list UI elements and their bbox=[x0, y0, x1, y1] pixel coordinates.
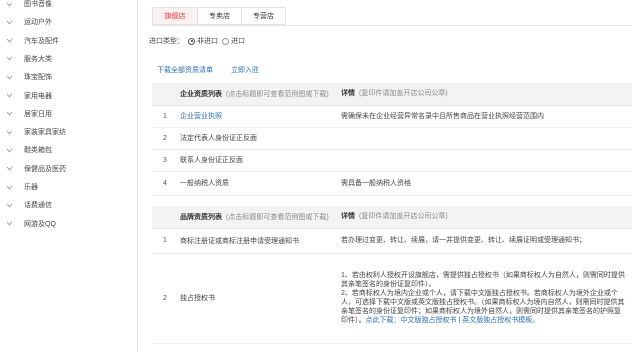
row-number: 4 bbox=[152, 171, 178, 196]
download-all-link[interactable]: 下载全部资质清单 bbox=[157, 65, 213, 75]
table-row: 1 企业营业执照 需确保未在企业经营异常名录中且所售商品在营业执照经营范围内 bbox=[152, 105, 632, 128]
tab-franchise[interactable]: 专卖店 bbox=[198, 7, 242, 25]
sidebar-item-label: 家装家具家纺 bbox=[24, 129, 66, 137]
join-now-link[interactable]: 立即入驻 bbox=[231, 65, 259, 75]
tab-flagship[interactable]: 旗舰店 bbox=[152, 7, 198, 25]
sidebar-item[interactable]: 保健品及医药 bbox=[0, 161, 138, 177]
header-title: 企业资质列表 bbox=[180, 90, 222, 98]
chevron-down-icon bbox=[6, 220, 13, 227]
import-type-row: 进口类型： 非进口 进口 bbox=[149, 36, 245, 46]
download-template-link[interactable]: 点此下载：中文版独占授权书 | 英文版独占授权书模板。 bbox=[366, 317, 540, 324]
store-type-tabs: 旗舰店 专卖店 专营店 bbox=[152, 7, 286, 25]
header-title: 品牌资质列表 bbox=[180, 213, 222, 221]
chevron-down-icon bbox=[6, 92, 13, 99]
non-import-radio[interactable] bbox=[188, 37, 195, 45]
qualification-name: 联系人身份证正反面 bbox=[178, 149, 338, 172]
chevron-down-icon bbox=[6, 1, 13, 8]
action-links: 下载全部资质清单 立即入驻 bbox=[157, 65, 277, 75]
chevron-down-icon bbox=[6, 147, 13, 154]
sidebar-item-label: 网游及QQ bbox=[24, 220, 56, 228]
detail-title: 详情 bbox=[341, 213, 355, 221]
sidebar-item[interactable]: 运动户外 bbox=[0, 14, 138, 30]
qualification-name: 一般纳税人资质 bbox=[178, 171, 338, 196]
row-detail: 1、若由权利人授权开设旗舰店，需提供独占授权书（如果商标权人为自然人，则需同时提… bbox=[338, 253, 632, 344]
sidebar-item[interactable]: 居家日用 bbox=[0, 106, 138, 122]
detail-note: (复印件请加盖开店公司公章) bbox=[359, 213, 448, 221]
table-row: 3 联系人身份证正反面 bbox=[152, 149, 632, 172]
row-detail bbox=[338, 149, 632, 172]
table-header: 企业资质列表 (点击标题即可查看范例图或下载) 详情 (复印件请加盖开店公司公章) bbox=[152, 83, 632, 106]
chevron-down-icon bbox=[6, 165, 13, 172]
brand-qualification-table: 品牌资质列表 (点击标题即可查看范例图或下载) 详情 (复印件请加盖开店公司公章) … bbox=[152, 206, 632, 344]
sidebar-item-label: 珠宝配饰 bbox=[24, 74, 52, 82]
sidebar-item[interactable]: 服务大类 bbox=[0, 51, 138, 67]
table-row: 2 法定代表人身份证正反面 bbox=[152, 127, 632, 150]
row-number: 1 bbox=[152, 105, 178, 128]
chevron-down-icon bbox=[6, 19, 13, 26]
table-row: 1 商标注册证或商标注册申请受理通知书 若办理过变更、转让、续展，请一并提供变更… bbox=[152, 228, 632, 254]
chevron-down-icon bbox=[6, 74, 13, 81]
qualification-link[interactable]: 企业营业执照 bbox=[178, 105, 338, 128]
qualification-name: 法定代表人身份证正反面 bbox=[178, 127, 338, 150]
import-label[interactable]: 进口 bbox=[231, 36, 245, 46]
sidebar-item-label: 乐器 bbox=[24, 184, 38, 191]
chevron-down-icon bbox=[6, 202, 13, 209]
sidebar-item-label: 家用电器 bbox=[24, 92, 52, 100]
row-detail: 需具备一般纳税人资格 bbox=[338, 171, 632, 196]
row-number: 2 bbox=[152, 253, 178, 344]
sidebar-item[interactable]: 网游及QQ bbox=[0, 216, 138, 232]
main-content: 旗舰店 专卖店 专营店 进口类型： 非进口 进口 下载全部资质清单 立即入驻 企… bbox=[147, 0, 640, 352]
tabs-divider bbox=[152, 25, 632, 26]
detail-line: 2、若商标权人为境内企业或个人，请下载中文版独占授权书。若商标权人为境外企业或个… bbox=[341, 290, 625, 324]
header-note: (点击标题即可查看范例图或下载) bbox=[226, 213, 329, 221]
tab-specialty[interactable]: 专营店 bbox=[242, 7, 286, 25]
sidebar-item-label: 运动户外 bbox=[24, 19, 52, 27]
qualification-name: 独占授权书 bbox=[178, 253, 338, 344]
sidebar-item[interactable]: 图书音像 bbox=[0, 0, 138, 12]
sidebar-item-label: 汽车及配件 bbox=[24, 37, 59, 45]
detail-line: 1、若由权利人授权开设旗舰店，需提供独占授权书（如果商标权人为自然人，则需同时提… bbox=[341, 272, 625, 288]
detail-note: (复印件请加盖开店公司公章) bbox=[359, 90, 448, 98]
row-detail: 需确保未在企业经营异常名录中且所售商品在营业执照经营范围内 bbox=[338, 105, 632, 128]
row-number: 3 bbox=[152, 149, 178, 172]
sidebar-item-label: 保健品及医药 bbox=[24, 165, 66, 173]
category-sidebar: 图书音像运动户外汽车及配件服务大类珠宝配饰家用电器居家日用家装家具家纺 鞋类箱包保… bbox=[0, 0, 138, 352]
sidebar-item[interactable]: 珠宝配饰 bbox=[0, 69, 138, 85]
enterprise-qualification-table: 企业资质列表 (点击标题即可查看范例图或下载) 详情 (复印件请加盖开店公司公章) … bbox=[152, 83, 632, 196]
sidebar-item[interactable]: 汽车及配件 bbox=[0, 33, 138, 49]
table-row: 2 独占授权书 1、若由权利人授权开设旗舰店，需提供独占授权书（如果商标权人为自… bbox=[152, 253, 632, 344]
non-import-label[interactable]: 非进口 bbox=[197, 36, 218, 46]
sidebar-item[interactable]: 家用电器 bbox=[0, 88, 138, 104]
chevron-down-icon bbox=[6, 129, 13, 136]
sidebar-item[interactable]: 家装家具家纺 bbox=[0, 124, 138, 140]
sidebar-item-label: 居家日用 bbox=[24, 110, 52, 118]
table-row: 4 一般纳税人资质 需具备一般纳税人资格 bbox=[152, 171, 632, 196]
chevron-down-icon bbox=[6, 37, 13, 44]
sidebar-item-label: 服务大类 bbox=[24, 55, 52, 63]
row-detail bbox=[338, 127, 632, 150]
sidebar-item[interactable]: 鞋类箱包 bbox=[0, 142, 138, 158]
import-type-label: 进口类型： bbox=[149, 38, 184, 45]
sidebar-item-label: 鞋类箱包 bbox=[24, 147, 52, 155]
table-header: 品牌资质列表 (点击标题即可查看范例图或下载) 详情 (复印件请加盖开店公司公章) bbox=[152, 206, 632, 229]
import-radio[interactable] bbox=[222, 37, 229, 45]
row-number: 2 bbox=[152, 127, 178, 150]
qualification-name: 商标注册证或商标注册申请受理通知书 bbox=[178, 228, 338, 254]
row-number: 1 bbox=[152, 228, 178, 254]
sidebar-item[interactable]: 乐器 bbox=[0, 179, 138, 195]
sidebar-item-label: 话费通信 bbox=[24, 202, 52, 210]
sidebar-item-label: 图书音像 bbox=[24, 1, 52, 8]
chevron-down-icon bbox=[6, 55, 13, 62]
row-detail: 若办理过变更、转让、续展，请一并提供变更、转让、续展证明或受理通知书； bbox=[338, 228, 632, 254]
header-note: (点击标题即可查看范例图或下载) bbox=[226, 90, 329, 98]
sidebar-item[interactable]: 话费通信 bbox=[0, 197, 138, 213]
detail-title: 详情 bbox=[341, 90, 355, 98]
chevron-down-icon bbox=[6, 184, 13, 191]
chevron-down-icon bbox=[6, 110, 13, 117]
